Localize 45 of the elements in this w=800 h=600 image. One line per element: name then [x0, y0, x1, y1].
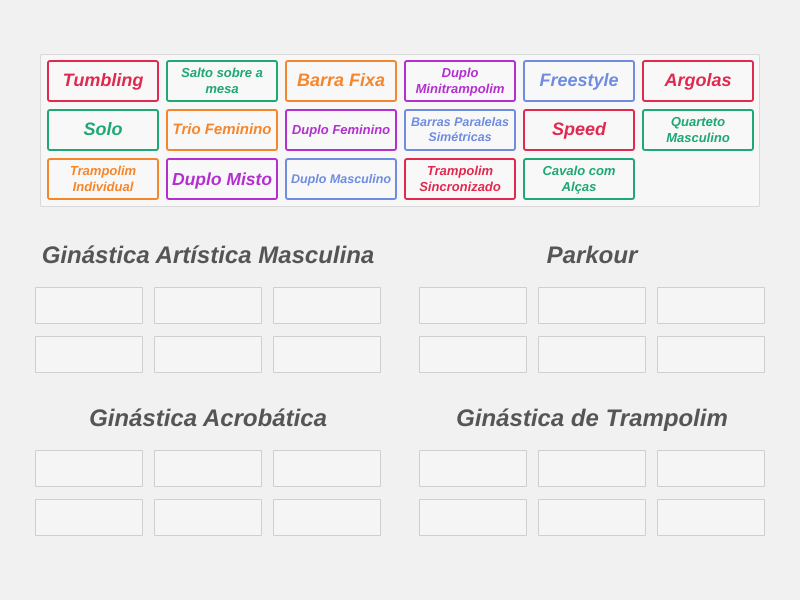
answer-tile[interactable]: Barras Paralelas Simétricas: [404, 109, 516, 151]
answer-tile[interactable]: Duplo Masculino: [285, 158, 397, 200]
answer-tile[interactable]: Freestyle: [523, 60, 635, 102]
answer-box[interactable]: [538, 336, 646, 373]
answer-tile[interactable]: Trampolim Sincronizado: [404, 158, 516, 200]
answer-tile[interactable]: Salto sobre a mesa: [166, 60, 278, 102]
answer-box[interactable]: [538, 450, 646, 487]
answer-box[interactable]: [154, 499, 262, 536]
group-title: Parkour: [546, 241, 638, 271]
answer-box[interactable]: [273, 450, 381, 487]
answer-box[interactable]: [657, 287, 765, 324]
answer-tile[interactable]: Duplo Misto: [166, 158, 278, 200]
answer-box[interactable]: [419, 499, 527, 536]
answer-box[interactable]: [657, 450, 765, 487]
answer-box[interactable]: [154, 287, 262, 324]
answer-tile[interactable]: Argolas: [642, 60, 754, 102]
answer-box[interactable]: [419, 336, 527, 373]
answer-tile[interactable]: Trio Feminino: [166, 109, 278, 151]
answer-tile[interactable]: Trampolim Individual: [47, 158, 159, 200]
answer-box[interactable]: [538, 499, 646, 536]
answer-box[interactable]: [657, 499, 765, 536]
answer-box[interactable]: [273, 499, 381, 536]
group-title: Ginástica de Trampolim: [456, 404, 728, 434]
answer-tile[interactable]: Speed: [523, 109, 635, 151]
answer-box[interactable]: [35, 287, 143, 324]
answer-box[interactable]: [538, 287, 646, 324]
answer-box[interactable]: [419, 287, 527, 324]
answer-tile[interactable]: Quarteto Masculino: [642, 109, 754, 151]
answer-box[interactable]: [273, 336, 381, 373]
answer-tile[interactable]: Cavalo com Alças: [523, 158, 635, 200]
answer-tile[interactable]: Duplo Feminino: [285, 109, 397, 151]
answer-tile[interactable]: Barra Fixa: [285, 60, 397, 102]
answer-box[interactable]: [273, 287, 381, 324]
answer-box[interactable]: [154, 450, 262, 487]
answer-box[interactable]: [35, 499, 143, 536]
group-title: Ginástica Acrobática: [89, 404, 327, 434]
answer-tile[interactable]: Duplo Minitrampolim: [404, 60, 516, 102]
answer-box[interactable]: [419, 450, 527, 487]
answer-box[interactable]: [35, 450, 143, 487]
group-title: Ginástica Artística Masculina: [42, 241, 374, 271]
answer-box[interactable]: [657, 336, 765, 373]
answer-tile[interactable]: Solo: [47, 109, 159, 151]
answer-box[interactable]: [154, 336, 262, 373]
answer-box[interactable]: [35, 336, 143, 373]
answer-tile[interactable]: Tumbling: [47, 60, 159, 102]
